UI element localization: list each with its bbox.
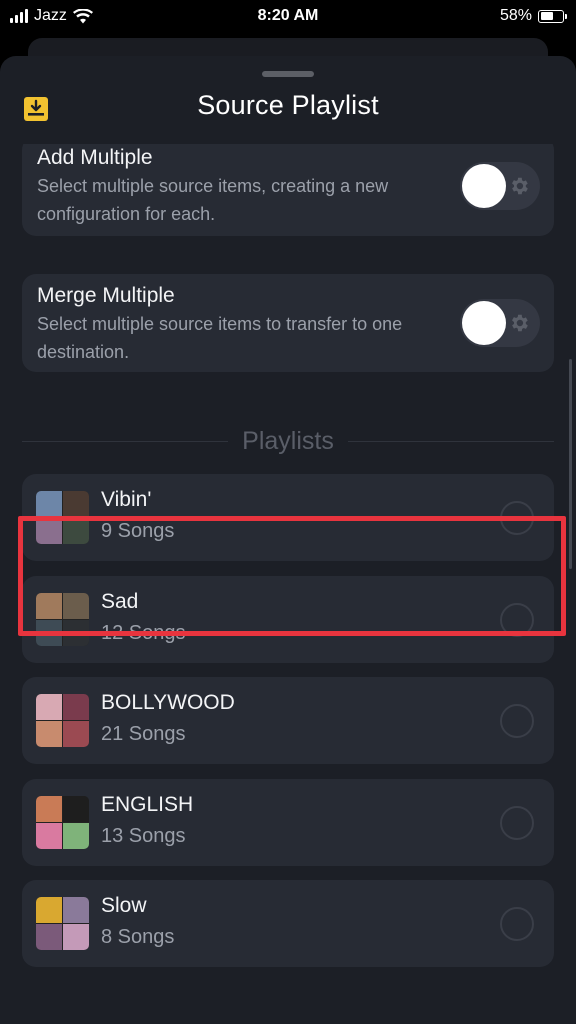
playlist-cover-image — [36, 593, 89, 646]
playlist-song-count: 12 Songs — [101, 622, 186, 644]
status-bar: Jazz 8:20 AM 58% — [0, 0, 576, 32]
battery-percent: 58% — [499, 7, 532, 24]
cover-tile — [63, 721, 89, 747]
status-left: Jazz — [10, 7, 93, 25]
playlist-cover-image — [36, 796, 89, 849]
sheet-grabber[interactable] — [262, 71, 314, 77]
playlist-name: Slow — [101, 894, 147, 917]
carrier-name: Jazz — [34, 7, 67, 24]
gear-icon — [512, 314, 528, 332]
playlist-row[interactable]: Slow 8 Songs — [22, 880, 554, 967]
playlist-cover-image — [36, 694, 89, 747]
sheet-title: Source Playlist — [197, 90, 379, 120]
add-multiple-toggle[interactable] — [460, 162, 540, 210]
cover-tile — [63, 620, 89, 646]
playlist-select-radio[interactable] — [500, 806, 534, 840]
cover-tile — [63, 796, 89, 822]
scrollbar[interactable] — [569, 359, 572, 569]
playlist-select-radio[interactable] — [500, 907, 534, 941]
sheet-header: Source Playlist — [0, 86, 576, 142]
playlist-name: ENGLISH — [101, 793, 194, 816]
cover-tile — [63, 491, 89, 517]
playlist-cover-image — [36, 491, 89, 544]
gear-icon — [512, 177, 528, 195]
section-label-text: Playlists — [228, 427, 348, 455]
cover-tile — [36, 491, 62, 517]
cover-tile — [36, 518, 62, 544]
playlist-cover-image — [36, 897, 89, 950]
playlist-select-radio[interactable] — [500, 501, 534, 535]
cover-tile — [36, 593, 62, 619]
add-multiple-description: Select multiple source items, creating a… — [37, 176, 389, 224]
playlist-row[interactable]: ENGLISH 13 Songs — [22, 779, 554, 866]
playlist-song-count: 21 Songs — [101, 723, 186, 745]
playlist-name: Vibin' — [101, 488, 152, 511]
cover-tile — [36, 620, 62, 646]
cover-tile — [63, 897, 89, 923]
cover-tile — [63, 924, 89, 950]
cover-tile — [36, 694, 62, 720]
cover-tile — [63, 694, 89, 720]
merge-multiple-title: Merge Multiple — [37, 284, 175, 307]
cover-tile — [36, 823, 62, 849]
cover-tile — [36, 924, 62, 950]
merge-multiple-description: Select multiple source items to transfer… — [37, 314, 403, 362]
playlist-select-radio[interactable] — [500, 704, 534, 738]
playlist-song-count: 13 Songs — [101, 825, 186, 847]
cover-tile — [36, 796, 62, 822]
playlist-select-radio[interactable] — [500, 603, 534, 637]
playlist-row[interactable]: BOLLYWOOD 21 Songs — [22, 677, 554, 764]
cover-tile — [63, 823, 89, 849]
battery-icon — [538, 9, 567, 23]
wifi-icon — [72, 8, 93, 23]
playlist-row[interactable]: Vibin' 9 Songs — [22, 474, 554, 561]
playlists-section-label: Playlists — [0, 427, 576, 456]
cover-tile — [63, 518, 89, 544]
toggle-knob — [462, 301, 506, 345]
add-multiple-card: Add Multiple Select multiple source item… — [22, 144, 554, 236]
playlist-song-count: 9 Songs — [101, 520, 175, 542]
cover-tile — [36, 897, 62, 923]
playlist-row[interactable]: Sad 12 Songs — [22, 576, 554, 663]
cellular-signal-icon — [10, 9, 28, 23]
playlist-name: Sad — [101, 590, 139, 613]
cover-tile — [63, 593, 89, 619]
screen: Jazz 8:20 AM 58% Source Playlist Add Mul… — [0, 0, 576, 1024]
status-right: 58% — [499, 7, 567, 25]
playlist-song-count: 8 Songs — [101, 926, 175, 948]
source-playlist-sheet: Source Playlist Add Multiple Select mult… — [0, 56, 576, 1024]
merge-multiple-toggle[interactable] — [460, 299, 540, 347]
battery-fill — [540, 12, 553, 20]
add-multiple-title: Add Multiple — [37, 146, 153, 169]
cover-tile — [36, 721, 62, 747]
toggle-knob — [462, 164, 506, 208]
sheet-content: Add Multiple Select multiple source item… — [0, 144, 576, 1024]
playlist-name: BOLLYWOOD — [101, 691, 235, 714]
merge-multiple-card: Merge Multiple Select multiple source it… — [22, 274, 554, 372]
